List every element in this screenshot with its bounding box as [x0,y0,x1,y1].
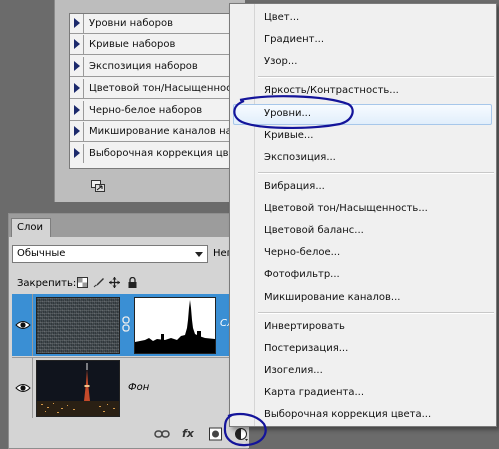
layers-tab-bar: Слои [9,214,249,237]
preset-item-label: Черно-белое наборов [89,105,203,116]
preset-item-label: Цветовой тон/Насыщенность [89,83,244,94]
menu-item-color-fill[interactable]: Цвет... [264,9,299,27]
preset-item-label: Экспозиция наборов [89,61,198,72]
adjustments-presets-panel: Уровни наборов Кривые наборов Экспозиция… [54,0,247,202]
lock-position-move-icon[interactable] [109,277,120,288]
layer-row-background[interactable]: Фон [12,357,249,418]
layers-panel-footer: fx [9,420,249,448]
menu-item-selective-color[interactable]: Выборочная коррекция цвета... [264,406,431,424]
menu-item-levels[interactable]: Уровни... [264,105,311,123]
layer-thumbnail[interactable] [36,297,120,354]
menu-separator [258,172,494,174]
tab-layers-label: Слои [17,222,43,233]
link-layers-icon[interactable] [154,427,170,441]
menu-item-posterize[interactable]: Постеризация... [264,340,348,358]
lock-transparency-icon[interactable] [77,277,88,288]
menu-item-threshold[interactable]: Изогелия... [264,362,323,380]
preset-item-label: Выборочная коррекция цвета [89,148,246,159]
expand-triangle-icon[interactable] [74,148,80,158]
preset-item-selective-color[interactable]: Выборочная коррекция цвета [70,144,246,164]
menu-item-vibrance[interactable]: Вибрация... [264,178,325,196]
menu-item-black-white[interactable]: Черно-белое... [264,244,340,262]
expand-triangle-icon[interactable] [74,83,80,93]
preset-item-levels[interactable]: Уровни наборов [70,14,246,34]
layer-row-adjustment[interactable]: Сл [12,294,249,356]
menu-item-brightness-contrast[interactable]: Яркость/Контрастность... [264,82,399,100]
preset-item-label: Кривые наборов [89,39,176,50]
menu-item-channel-mixer[interactable]: Микширование каналов... [264,289,400,307]
menu-separator [258,76,494,78]
menu-item-curves[interactable]: Кривые... [264,127,313,145]
menu-item-pattern[interactable]: Узор... [264,53,297,71]
expand-triangle-icon[interactable] [74,126,80,136]
preset-item-exposure[interactable]: Экспозиция наборов [70,57,246,77]
preset-item-label: Микширование каналов набо [89,126,245,137]
eye-visibility-icon[interactable] [15,319,31,331]
preset-item-black-white[interactable]: Черно-белое наборов [70,101,246,121]
presets-list: Уровни наборов Кривые наборов Экспозиция… [69,13,247,169]
lock-label: Закрепить: [17,278,77,289]
layer-name[interactable]: Фон [128,382,149,393]
expand-triangle-icon[interactable] [74,61,80,71]
link-chain-icon[interactable] [122,316,130,332]
preset-item-curves[interactable]: Кривые наборов [70,35,246,55]
blend-mode-select[interactable]: Обычные [12,245,208,263]
adjustment-layer-menu: Цвет... Градиент... Узор... Яркость/Конт… [229,3,497,427]
new-adjustment-layer-icon[interactable] [235,427,249,441]
expand-triangle-icon[interactable] [74,18,80,28]
menu-item-exposure[interactable]: Экспозиция... [264,149,336,167]
menu-item-hue-saturation[interactable]: Цветовой тон/Насыщенность... [264,200,428,218]
menu-item-photo-filter[interactable]: Фотофильтр... [264,266,340,284]
preset-item-label: Уровни наборов [89,18,173,29]
return-to-list-icon[interactable] [91,180,105,192]
menu-item-invert[interactable]: Инвертировать [264,318,345,336]
menu-item-color-balance[interactable]: Цветовой баланс... [264,222,364,240]
lock-pixels-brush-icon[interactable] [93,277,104,288]
layers-panel: Слои Обычные Неп Закрепить: Сл Фон fx [8,213,249,449]
layer-mask-thumbnail[interactable] [134,297,216,354]
preset-item-channel-mixer[interactable]: Микширование каналов набо [70,122,246,142]
fx-layer-style-icon[interactable]: fx [182,427,194,440]
blend-mode-value: Обычные [17,248,66,259]
tab-layers[interactable]: Слои [11,218,51,237]
eye-visibility-icon[interactable] [15,382,31,394]
chevron-down-icon [195,252,203,257]
menu-separator [258,312,494,314]
add-mask-icon[interactable] [209,427,222,441]
layer-thumbnail[interactable] [36,360,120,417]
menu-item-gradient[interactable]: Градиент... [264,31,324,49]
lock-all-icon[interactable] [127,277,138,288]
menu-item-gradient-map[interactable]: Карта градиента... [264,384,364,402]
expand-triangle-icon[interactable] [74,39,80,49]
expand-triangle-icon[interactable] [74,105,80,115]
preset-item-hue-saturation[interactable]: Цветовой тон/Насыщенность [70,79,246,99]
